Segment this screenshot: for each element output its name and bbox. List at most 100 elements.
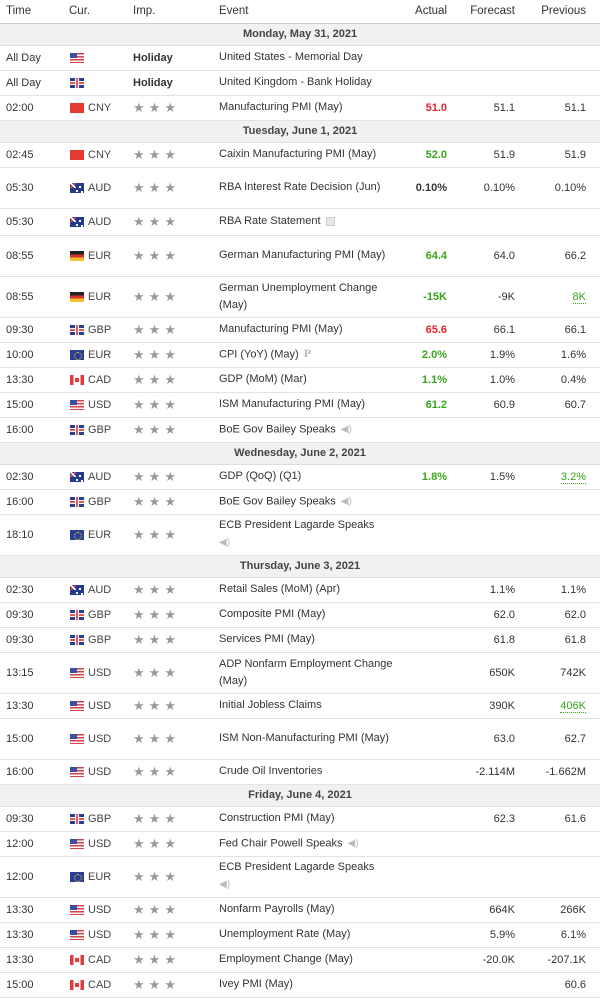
event-row[interactable]: 13:30 USD ★ ★ ★ Initial Jobless Claims 390K 406… [0,693,600,719]
event-name-cell[interactable]: ADP Nonfarm Employment Change (May) [213,652,403,694]
event-name[interactable]: Composite PMI (May) [219,608,325,620]
event-name[interactable]: BoE Gov Bailey Speaks [219,495,336,507]
event-row[interactable]: 16:00 GBP ★ ★ ★ BoE Gov Bailey Speaks ◀) [0,489,600,515]
event-row[interactable]: 13:30 USD ★ ★ ★ Unemployment Rate (May) 5.9% 6.… [0,922,600,948]
event-name[interactable]: Nonfarm Payrolls (May) [219,903,335,915]
event-name[interactable]: RBA Rate Statement [219,215,321,227]
event-name-cell[interactable]: GDP (MoM) (Mar) [213,367,403,393]
event-name-cell[interactable]: German Unemployment Change (May) [213,276,403,318]
revised-previous-value[interactable]: 406K [560,699,586,713]
event-row[interactable]: 15:00 USD ★ ★ ★ ISM Manufacturing PMI (May) 61… [0,392,600,418]
event-name-cell[interactable]: Nonfarm Payrolls (May) [213,897,403,923]
event-name-cell[interactable]: ECB President Lagarde Speaks ◀) [213,856,403,898]
event-row[interactable]: 13:30 USD ★ ★ ★ Nonfarm Payrolls (May) 664K 266… [0,897,600,923]
event-name-cell[interactable]: Services PMI (May) [213,627,403,653]
event-name-cell[interactable]: Initial Jobless Claims [213,693,403,719]
event-name[interactable]: BoE Gov Bailey Speaks [219,423,336,435]
event-name-cell[interactable]: United States - Memorial Day [213,45,403,71]
event-row[interactable]: All Day Holiday United Kingdom - Bank Holi… [0,70,600,96]
event-name[interactable]: ECB President Lagarde Speaks [219,519,374,531]
event-row[interactable]: 09:30 GBP ★ ★ ★ Composite PMI (May) 62.0 62.0 [0,602,600,628]
event-row[interactable]: 09:30 GBP ★ ★ ★ Services PMI (May) 61.8 61.8 [0,627,600,653]
event-name[interactable]: ISM Manufacturing PMI (May) [219,398,365,410]
event-row[interactable]: 08:55 EUR ★ ★ ★ German Unemployment Change (M… [0,276,600,318]
speaker-icon[interactable]: ◀) [348,835,359,852]
event-name-cell[interactable]: ISM Non-Manufacturing PMI (May) [213,718,403,760]
event-row[interactable]: 10:00 EUR ★ ★ ★ CPI (YoY) (May) P 2.0% 1.9% 1.6% [0,342,600,368]
event-name-cell[interactable]: German Manufacturing PMI (May) [213,235,403,277]
event-row[interactable]: 13:15 USD ★ ★ ★ ADP Nonfarm Employment Change… [0,652,600,694]
event-row[interactable]: 18:10 EUR ★ ★ ★ ECB President Lagarde Speaks ◀… [0,514,600,556]
event-name-cell[interactable]: ISM Manufacturing PMI (May) [213,392,403,418]
event-name-cell[interactable]: BoE Gov Bailey Speaks ◀) [213,489,403,515]
event-name[interactable]: Services PMI (May) [219,633,315,645]
speaker-icon[interactable]: ◀) [219,534,230,551]
event-name[interactable]: Manufacturing PMI (May) [219,101,342,113]
event-name-cell[interactable]: ECB President Lagarde Speaks ◀) [213,514,403,556]
column-header-currency[interactable]: Cur. [63,0,127,24]
event-name[interactable]: Manufacturing PMI (May) [219,323,342,335]
event-row[interactable]: All Day Holiday United States - Memorial D… [0,45,600,71]
column-header-actual[interactable]: Actual [403,0,460,24]
event-name-cell[interactable]: RBA Rate Statement [213,208,403,236]
event-row[interactable]: 13:30 CAD ★ ★ ★ Employment Change (May) -20.0K… [0,947,600,973]
event-name[interactable]: Retail Sales (MoM) (Apr) [219,583,340,595]
revised-previous-value[interactable]: 3.2% [560,470,586,484]
event-name-cell[interactable]: Crude Oil Inventories [213,759,403,785]
event-name[interactable]: Unemployment Rate (May) [219,928,350,940]
revised-previous-value[interactable]: 8K [572,290,586,304]
event-name-cell[interactable]: GDP (QoQ) (Q1) [213,464,403,490]
event-name[interactable]: RBA Interest Rate Decision (Jun) [219,181,380,193]
event-name-cell[interactable]: Manufacturing PMI (May) [213,95,403,121]
event-name[interactable]: Construction PMI (May) [219,812,335,824]
event-name[interactable]: Ivey PMI (May) [219,978,293,990]
event-row[interactable]: 13:30 CAD ★ ★ ★ GDP (MoM) (Mar) 1.1% 1.0% 0.4% [0,367,600,393]
document-icon[interactable] [325,216,335,226]
event-name-cell[interactable]: Unemployment Rate (May) [213,922,403,948]
event-name[interactable]: Fed Chair Powell Speaks [219,837,343,849]
event-name-cell[interactable]: United Kingdom - Bank Holiday [213,70,403,96]
event-name[interactable]: ADP Nonfarm Employment Change (May) [219,658,392,687]
event-row[interactable]: 09:30 GBP ★ ★ ★ Manufacturing PMI (May) 65.6 66… [0,317,600,343]
event-row[interactable]: 09:30 GBP ★ ★ ★ Construction PMI (May) 62.3 61.… [0,806,600,832]
event-row[interactable]: 02:30 AUD ★ ★ ★ Retail Sales (MoM) (Apr) 1.1% 1… [0,577,600,603]
preliminary-icon[interactable]: P [304,346,312,363]
event-row[interactable]: 15:00 USD ★ ★ ★ ISM Non-Manufacturing PMI (Ma… [0,718,600,760]
speaker-icon[interactable]: ◀) [341,493,352,510]
event-row[interactable]: 05:30 AUD ★ ★ ★ RBA Rate Statement [0,208,600,236]
event-name[interactable]: German Manufacturing PMI (May) [219,249,385,261]
event-name-cell[interactable]: BoE Gov Bailey Speaks ◀) [213,417,403,443]
event-name[interactable]: CPI (YoY) (May) [219,348,299,360]
column-header-importance[interactable]: Imp. [127,0,213,24]
event-row[interactable]: 02:30 AUD ★ ★ ★ GDP (QoQ) (Q1) 1.8% 1.5% 3.2% [0,464,600,490]
event-name-cell[interactable]: Manufacturing PMI (May) [213,317,403,343]
column-header-event[interactable]: Event [213,0,403,24]
event-name[interactable]: Caixin Manufacturing PMI (May) [219,148,376,160]
event-name-cell[interactable]: CPI (YoY) (May) P [213,342,403,368]
event-row[interactable]: 15:00 CAD ★ ★ ★ Ivey PMI (May) 60.6 [0,972,600,998]
event-name[interactable]: ECB President Lagarde Speaks [219,861,374,873]
event-name[interactable]: GDP (MoM) (Mar) [219,373,307,385]
event-name-cell[interactable]: Ivey PMI (May) [213,972,403,998]
event-name-cell[interactable]: Fed Chair Powell Speaks ◀) [213,831,403,857]
event-name-cell[interactable]: Composite PMI (May) [213,602,403,628]
event-row[interactable]: 02:45 CNY ★ ★ ★ Caixin Manufacturing PMI (May… [0,142,600,168]
event-name[interactable]: Crude Oil Inventories [219,765,322,777]
column-header-previous[interactable]: Previous [527,0,600,24]
event-name[interactable]: German Unemployment Change (May) [219,282,377,311]
event-name-cell[interactable]: Retail Sales (MoM) (Apr) [213,577,403,603]
speaker-icon[interactable]: ◀) [219,876,230,893]
event-row[interactable]: 05:30 AUD ★ ★ ★ RBA Interest Rate Decision (J… [0,167,600,209]
column-header-forecast[interactable]: Forecast [460,0,527,24]
event-row[interactable]: 12:00 USD ★ ★ ★ Fed Chair Powell Speaks ◀) [0,831,600,857]
event-row[interactable]: 08:55 EUR ★ ★ ★ German Manufacturing PMI (May… [0,235,600,277]
event-name-cell[interactable]: RBA Interest Rate Decision (Jun) [213,167,403,209]
event-name[interactable]: ISM Non-Manufacturing PMI (May) [219,732,389,744]
event-row[interactable]: 12:00 EUR ★ ★ ★ ECB President Lagarde Speaks ◀… [0,856,600,898]
event-row[interactable]: 16:00 USD ★ ★ ★ Crude Oil Inventories -2.114M -… [0,759,600,785]
event-name-cell[interactable]: Caixin Manufacturing PMI (May) [213,142,403,168]
event-name[interactable]: Initial Jobless Claims [219,699,322,711]
speaker-icon[interactable]: ◀) [341,421,352,438]
event-row[interactable]: 16:00 GBP ★ ★ ★ BoE Gov Bailey Speaks ◀) [0,417,600,443]
event-name-cell[interactable]: Employment Change (May) [213,947,403,973]
